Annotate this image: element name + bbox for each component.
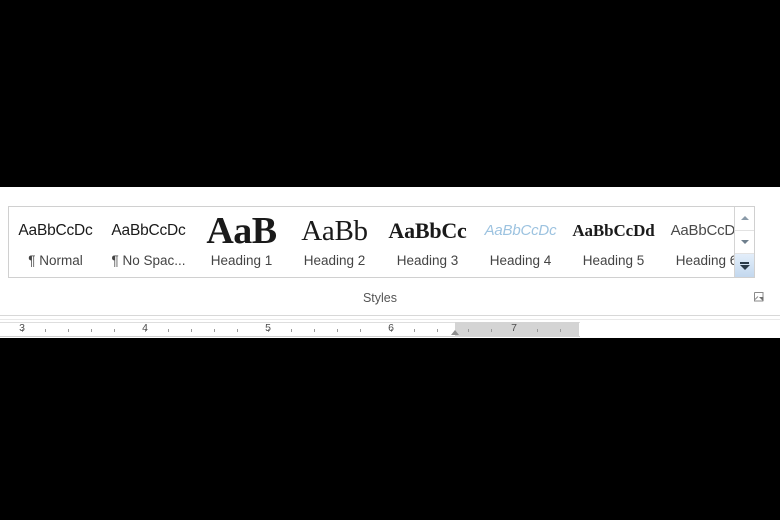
word-ribbon-strip: AaBbCcDc ¶ Normal AaBbCcDc ¶ No Spac... … [0, 187, 780, 339]
dialog-box-launcher-icon [754, 292, 764, 302]
styles-group: AaBbCcDc ¶ Normal AaBbCcDc ¶ No Spac... … [0, 188, 780, 315]
styles-gallery[interactable]: AaBbCcDc ¶ Normal AaBbCcDc ¶ No Spac... … [8, 206, 755, 278]
style-preview-normal: AaBbCcDc [18, 222, 93, 239]
scroll-down-arrow-icon [740, 240, 749, 244]
scroll-up-button[interactable] [735, 207, 754, 230]
letterbox-bottom [0, 338, 780, 520]
style-label-heading-2: Heading 2 [303, 253, 366, 268]
styles-gallery-scrollbar[interactable] [734, 207, 754, 278]
styles-group-label: Styles [362, 291, 398, 305]
style-preview-heading-3: AaBbCc [388, 218, 467, 243]
more-styles-button[interactable] [735, 253, 754, 278]
ruler-number-7: 7 [511, 322, 517, 334]
style-label-no-spacing: ¶ No Spac... [111, 253, 186, 268]
style-cell-heading-5[interactable]: AaBbCcDd Heading 5 [567, 207, 660, 277]
styles-group-footer: Styles [0, 286, 780, 310]
style-label-normal: ¶ Normal [28, 253, 83, 268]
style-preview-no-spacing: AaBbCcDc [111, 222, 186, 239]
style-cell-no-spacing[interactable]: AaBbCcDc ¶ No Spac... [102, 207, 195, 277]
horizontal-ruler[interactable]: 3 4 5 6 7 [0, 319, 780, 339]
styles-gallery-cells: AaBbCcDc ¶ Normal AaBbCcDc ¶ No Spac... … [9, 207, 734, 277]
ribbon-content: AaBbCcDc ¶ Normal AaBbCcDc ¶ No Spac... … [0, 188, 780, 339]
more-styles-icon [739, 261, 750, 270]
style-label-heading-3: Heading 3 [396, 253, 459, 268]
scroll-up-arrow-icon [740, 216, 749, 221]
ruler-number-6: 6 [388, 322, 394, 334]
style-cell-heading-6[interactable]: AaBbCcDc Heading 6 [660, 207, 734, 277]
style-label-heading-4: Heading 4 [489, 253, 552, 268]
ruler-number-3: 3 [19, 322, 25, 334]
style-cell-heading-1[interactable]: AaB Heading 1 [195, 207, 288, 277]
left-indent-marker-icon[interactable] [451, 330, 459, 335]
style-preview-heading-2: AaBb [301, 215, 368, 247]
style-cell-heading-3[interactable]: AaBbCc Heading 3 [381, 207, 474, 277]
style-preview-heading-6: AaBbCcDc [670, 222, 734, 239]
styles-dialog-launcher-button[interactable] [752, 290, 766, 304]
style-cell-heading-4[interactable]: AaBbCcDc Heading 4 [474, 207, 567, 277]
style-cell-heading-2[interactable]: AaBb Heading 2 [288, 207, 381, 277]
ruler-number-4: 4 [142, 322, 148, 334]
style-cell-normal[interactable]: AaBbCcDc ¶ Normal [9, 207, 102, 277]
style-label-heading-5: Heading 5 [582, 253, 645, 268]
style-preview-heading-1: AaB [206, 212, 277, 250]
ruler-number-5: 5 [265, 322, 271, 334]
style-preview-heading-4: AaBbCcDc [484, 222, 557, 239]
style-preview-heading-5: AaBbCcDd [572, 221, 655, 240]
style-label-heading-1: Heading 1 [210, 253, 273, 268]
screenshot-root: AaBbCcDc ¶ Normal AaBbCcDc ¶ No Spac... … [0, 0, 780, 520]
letterbox-top [0, 0, 780, 187]
scroll-down-button[interactable] [735, 229, 754, 254]
style-label-heading-6: Heading 6 [675, 253, 734, 268]
